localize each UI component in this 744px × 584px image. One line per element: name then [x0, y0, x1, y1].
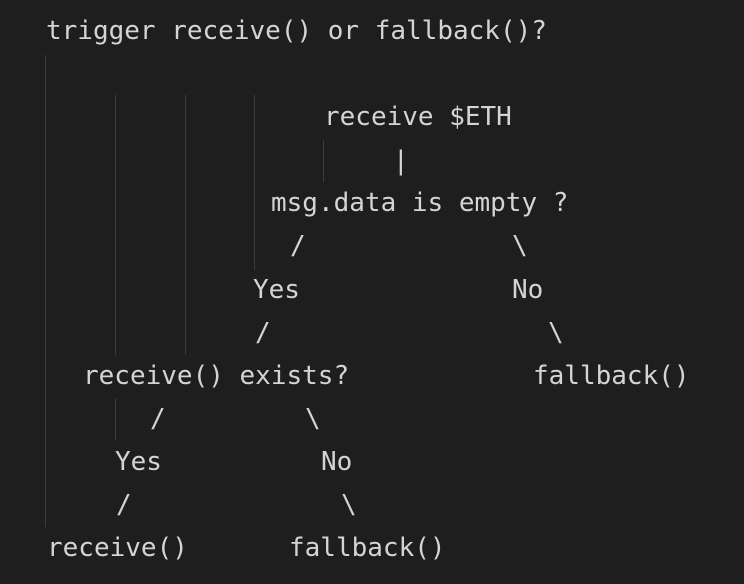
fallback-node: fallback()	[533, 361, 690, 391]
fallback-node: fallback()	[289, 533, 446, 563]
indent-guide	[185, 95, 186, 355]
indent-guide	[115, 95, 116, 355]
msg-data-question: msg.data is empty ?	[271, 188, 569, 218]
connector-right: \	[305, 404, 321, 434]
connector-right: \	[548, 318, 564, 348]
connector-left: /	[116, 490, 132, 520]
indent-guide	[254, 95, 255, 270]
indent-guide	[115, 398, 116, 440]
receive-result-node: receive()	[47, 533, 188, 563]
connector-left: /	[150, 404, 166, 434]
indent-guide	[45, 55, 46, 527]
no-label: No	[321, 447, 353, 477]
connector-left: /	[255, 318, 271, 348]
yes-label: Yes	[253, 275, 300, 305]
yes-label: Yes	[115, 447, 162, 477]
receive-eth-node: receive $ETH	[324, 102, 512, 132]
pipe-connector: |	[393, 146, 409, 176]
indent-guide	[323, 140, 324, 182]
connector-right: \	[341, 490, 357, 520]
no-label: No	[512, 275, 544, 305]
receive-exists-question: receive() exists?	[83, 361, 350, 391]
connector-left: /	[290, 231, 306, 261]
diagram-title: trigger receive() or fallback()?	[46, 16, 547, 46]
flowchart-diagram: trigger receive() or fallback()? receive…	[0, 0, 744, 584]
connector-right: \	[512, 231, 528, 261]
